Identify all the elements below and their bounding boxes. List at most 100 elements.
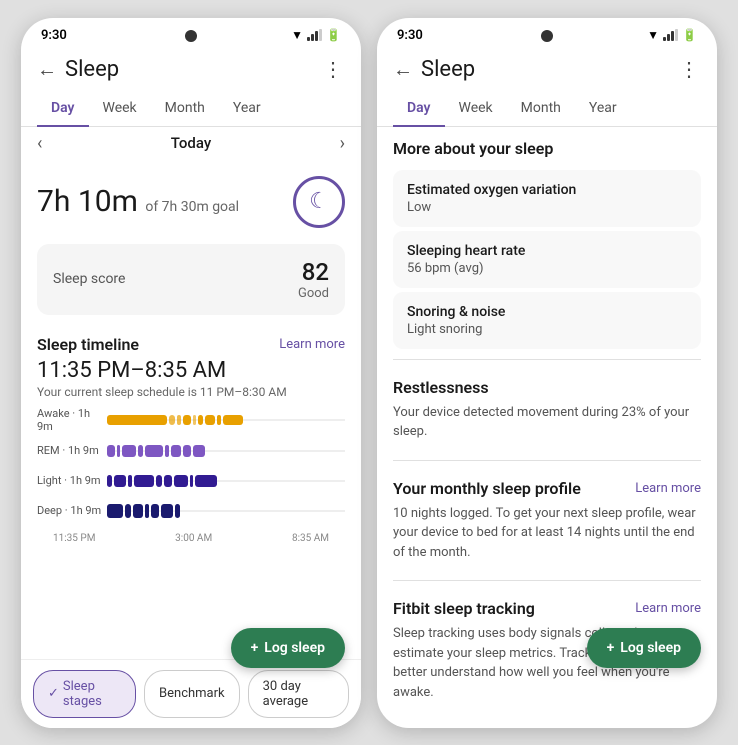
sleep-score-quality: Good	[298, 286, 329, 301]
timeline-learn-more[interactable]: Learn more	[279, 337, 345, 352]
restlessness-section: Restlessness Your device detected moveme…	[377, 370, 717, 450]
restlessness-title: Restlessness	[393, 378, 701, 397]
sleep-hours: 7h 10m of 7h 30m goal	[37, 184, 239, 219]
scroll-area-left: ‹ Today › 7h 10m of 7h 30m goal ☾	[21, 127, 361, 659]
plus-icon-left: +	[251, 640, 259, 656]
divider-3	[393, 580, 701, 581]
chart-row-light: Light · 1h 9m	[37, 469, 345, 493]
benchmark-btn[interactable]: Benchmark	[144, 670, 240, 718]
info-card-oxygen: Estimated oxygen variation Low	[393, 170, 701, 227]
app-bar-left: ← Sleep ⋮	[21, 49, 361, 90]
oxygen-value: Low	[407, 200, 687, 215]
signal-bars-right	[663, 29, 678, 41]
tabs-bar-right: Day Week Month Year	[377, 90, 717, 127]
tab-week-left[interactable]: Week	[89, 90, 151, 126]
oxygen-title: Estimated oxygen variation	[407, 182, 687, 198]
monthly-profile-title: Your monthly sleep profile	[393, 479, 581, 498]
chart-time-labels: 11:35 PM 3:00 AM 8:35 AM	[37, 529, 345, 544]
app-bar-right: ← Sleep ⋮	[377, 49, 717, 90]
wifi-icon-left: ▼	[291, 28, 303, 42]
camera-notch-right	[541, 30, 553, 42]
fitbit-title: Fitbit sleep tracking	[393, 599, 535, 618]
sleep-score-label: Sleep score	[53, 271, 125, 287]
status-icons-right: ▼ 🔋	[647, 28, 697, 42]
timeline-section-header: Sleep timeline Learn more	[21, 323, 361, 358]
log-sleep-fab-right[interactable]: + Log sleep	[587, 628, 701, 668]
timeline-schedule-note: Your current sleep schedule is 11 PM–8:3…	[21, 385, 361, 407]
wifi-icon-right: ▼	[647, 28, 659, 42]
tab-week-right[interactable]: Week	[445, 90, 507, 126]
right-phone: 9:30 ▼ 🔋 ← Sleep ⋮	[377, 18, 717, 728]
tab-day-left[interactable]: Day	[37, 90, 89, 126]
sleep-score-card: Sleep score 82 Good	[37, 244, 345, 315]
monthly-profile-text: 10 nights logged. To get your next sleep…	[393, 504, 701, 563]
fitbit-learn-more[interactable]: Learn more	[635, 601, 701, 616]
tab-day-right[interactable]: Day	[393, 90, 445, 126]
divider-1	[393, 359, 701, 360]
time-label-end: 8:35 AM	[292, 533, 329, 544]
sleep-moon-icon: ☾	[293, 176, 345, 228]
tab-year-right[interactable]: Year	[575, 90, 631, 126]
chart-row-deep: Deep · 1h 9m	[37, 499, 345, 523]
tab-month-right[interactable]: Month	[507, 90, 575, 126]
more-about-header: More about your sleep	[377, 127, 717, 166]
info-card-snoring: Snoring & noise Light snoring	[393, 292, 701, 349]
timeline-time-range: 11:35 PM–8:35 AM	[21, 358, 361, 385]
left-phone: 9:30 ▼ 🔋 ← Sleep ⋮	[21, 18, 361, 728]
monthly-profile-section: Your monthly sleep profile Learn more 10…	[377, 471, 717, 571]
status-time-left: 9:30	[41, 28, 67, 43]
more-options-right[interactable]: ⋮	[679, 57, 701, 81]
app-title-left: Sleep	[65, 57, 119, 82]
status-bar-left: 9:30 ▼ 🔋	[21, 18, 361, 49]
tab-month-left[interactable]: Month	[151, 90, 219, 126]
sleep-score-number: 82	[298, 258, 329, 286]
info-card-heart-rate: Sleeping heart rate 56 bpm (avg)	[393, 231, 701, 288]
bottom-buttons-left: ✓ Sleep stages Benchmark 30 day average	[21, 659, 361, 728]
deep-bars	[107, 499, 345, 523]
time-label-start: 11:35 PM	[53, 533, 95, 544]
back-button-left[interactable]: ←	[37, 57, 57, 82]
prev-date-btn[interactable]: ‹	[37, 133, 42, 154]
more-options-left[interactable]: ⋮	[323, 57, 345, 81]
back-button-right[interactable]: ←	[393, 57, 413, 82]
snoring-title: Snoring & noise	[407, 304, 687, 320]
snoring-value: Light snoring	[407, 322, 687, 337]
tabs-bar-left: Day Week Month Year	[21, 90, 361, 127]
restlessness-text: Your device detected movement during 23%…	[393, 403, 701, 442]
rem-bars	[107, 439, 345, 463]
timeline-title: Sleep timeline	[37, 335, 139, 354]
light-label: Light · 1h 9m	[37, 474, 107, 487]
sleep-duration-row: 7h 10m of 7h 30m goal ☾	[21, 160, 361, 236]
signal-bars-left	[307, 29, 322, 41]
date-label: Today	[171, 134, 211, 152]
sleep-stages-btn[interactable]: ✓ Sleep stages	[33, 670, 136, 718]
deep-label: Deep · 1h 9m	[37, 504, 107, 517]
status-bar-right: 9:30 ▼ 🔋	[377, 18, 717, 49]
app-title-right: Sleep	[421, 57, 475, 82]
chart-row-rem: REM · 1h 9m	[37, 439, 345, 463]
battery-icon-left: 🔋	[326, 28, 341, 42]
tab-year-left[interactable]: Year	[219, 90, 275, 126]
plus-icon-right: +	[607, 640, 615, 656]
heart-rate-title: Sleeping heart rate	[407, 243, 687, 259]
monthly-learn-more[interactable]: Learn more	[635, 481, 701, 496]
rem-label: REM · 1h 9m	[37, 444, 107, 457]
chart-row-awake: Awake · 1h 9m	[37, 407, 345, 433]
30day-avg-btn[interactable]: 30 day average	[248, 670, 349, 718]
date-nav: ‹ Today ›	[21, 127, 361, 160]
checkmark-icon: ✓	[48, 686, 59, 701]
awake-bars	[107, 408, 345, 432]
next-date-btn[interactable]: ›	[340, 133, 345, 154]
log-sleep-fab-left[interactable]: + Log sleep	[231, 628, 345, 668]
sleep-chart: Awake · 1h 9m	[21, 407, 361, 544]
sleep-score-value: 82 Good	[298, 258, 329, 301]
awake-label: Awake · 1h 9m	[37, 407, 107, 433]
battery-icon-right: 🔋	[682, 28, 697, 42]
time-label-mid: 3:00 AM	[175, 533, 212, 544]
divider-2	[393, 460, 701, 461]
status-icons-left: ▼ 🔋	[291, 28, 341, 42]
light-bars	[107, 469, 345, 493]
camera-notch-left	[185, 30, 197, 42]
status-time-right: 9:30	[397, 28, 423, 43]
heart-rate-value: 56 bpm (avg)	[407, 261, 687, 276]
